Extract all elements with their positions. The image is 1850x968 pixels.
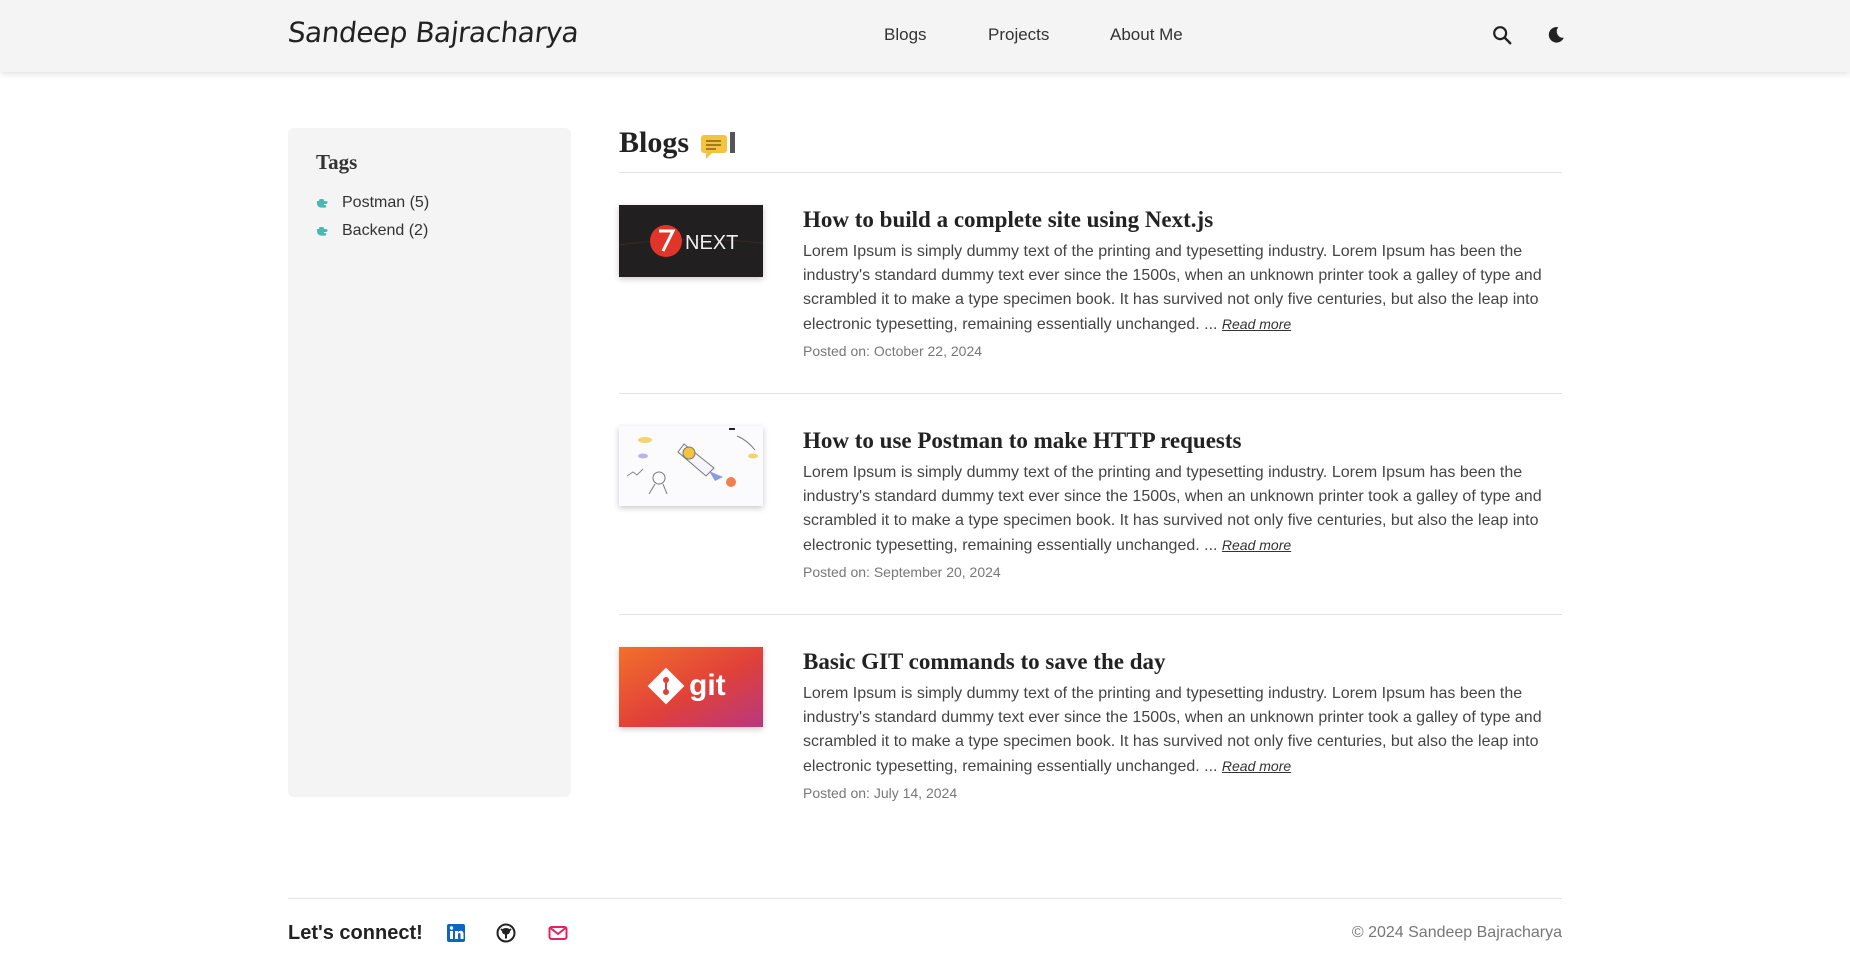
tags-sidebar: Tags Postman (5) Backend (2) [288,128,571,797]
post-excerpt: Lorem Ipsum is simply dummy text of the … [803,240,1563,337]
post-thumbnail[interactable]: git [619,647,763,727]
tag-label: Backend (2) [342,222,429,239]
github-icon[interactable] [496,923,516,943]
post-thumbnail[interactable]: NEXT [619,205,763,277]
git-logo-image: git [619,647,763,727]
blog-post: NEXT How to build a complete site using … [619,205,1562,395]
nav-about-me[interactable]: About Me [1110,25,1183,45]
tags-title: Tags [316,150,358,174]
post-date: Posted on: September 20, 2024 [803,564,1001,580]
post-thumbnail[interactable] [619,426,763,506]
excerpt-text: Lorem Ipsum is simply dummy text of the … [803,464,1542,554]
post-title[interactable]: How to build a complete site using Next.… [803,207,1213,233]
pointing-hand-icon [317,199,328,208]
post-divider [619,614,1562,615]
mail-icon[interactable] [548,923,568,943]
excerpt-text: Lorem Ipsum is simply dummy text of the … [803,243,1542,333]
title-divider [619,172,1562,173]
connect-heading: Let's connect! [288,922,423,944]
copyright: © 2024 Sandeep Bajracharya [1351,924,1562,941]
page-title: Blogs [619,126,690,159]
post-title[interactable]: Basic GIT commands to save the day [803,649,1166,675]
post-date: Posted on: October 22, 2024 [803,343,983,359]
pointing-hand-icon [317,227,328,236]
nav-blogs[interactable]: Blogs [884,25,927,45]
post-excerpt: Lorem Ipsum is simply dummy text of the … [803,461,1563,558]
moon-icon[interactable] [1545,24,1567,46]
post-excerpt: Lorem Ipsum is simply dummy text of the … [803,682,1563,779]
post-title[interactable]: How to use Postman to make HTTP requests [803,428,1242,454]
post-date: Posted on: July 14, 2024 [803,785,958,801]
read-more-link[interactable]: Read more [1222,758,1291,774]
linkedin-icon[interactable] [446,923,466,943]
thumb-text: NEXT [685,232,738,254]
tag-postman[interactable]: Postman (5) [316,194,429,212]
footer-divider [288,898,1562,899]
site-header: Sandeep Bajracharya Blogs Projects About… [0,0,1850,72]
thumb-text: git [689,669,726,702]
blog-post: How to use Postman to make HTTP requests… [619,426,1562,616]
post-divider [619,393,1562,394]
memo-icon [701,132,735,159]
postman-rocket-image [619,426,763,506]
excerpt-text: Lorem Ipsum is simply dummy text of the … [803,685,1542,775]
tag-backend[interactable]: Backend (2) [316,222,428,240]
read-more-link[interactable]: Read more [1222,316,1291,332]
tag-label: Postman (5) [342,194,430,211]
blog-post: git Basic GIT commands to save the day L… [619,647,1562,807]
site-brand[interactable]: Sandeep Bajracharya [286,16,580,49]
search-icon[interactable] [1491,24,1513,46]
nextjs-logo-image: NEXT [619,205,763,277]
nav-projects[interactable]: Projects [988,25,1049,45]
read-more-link[interactable]: Read more [1222,537,1291,553]
